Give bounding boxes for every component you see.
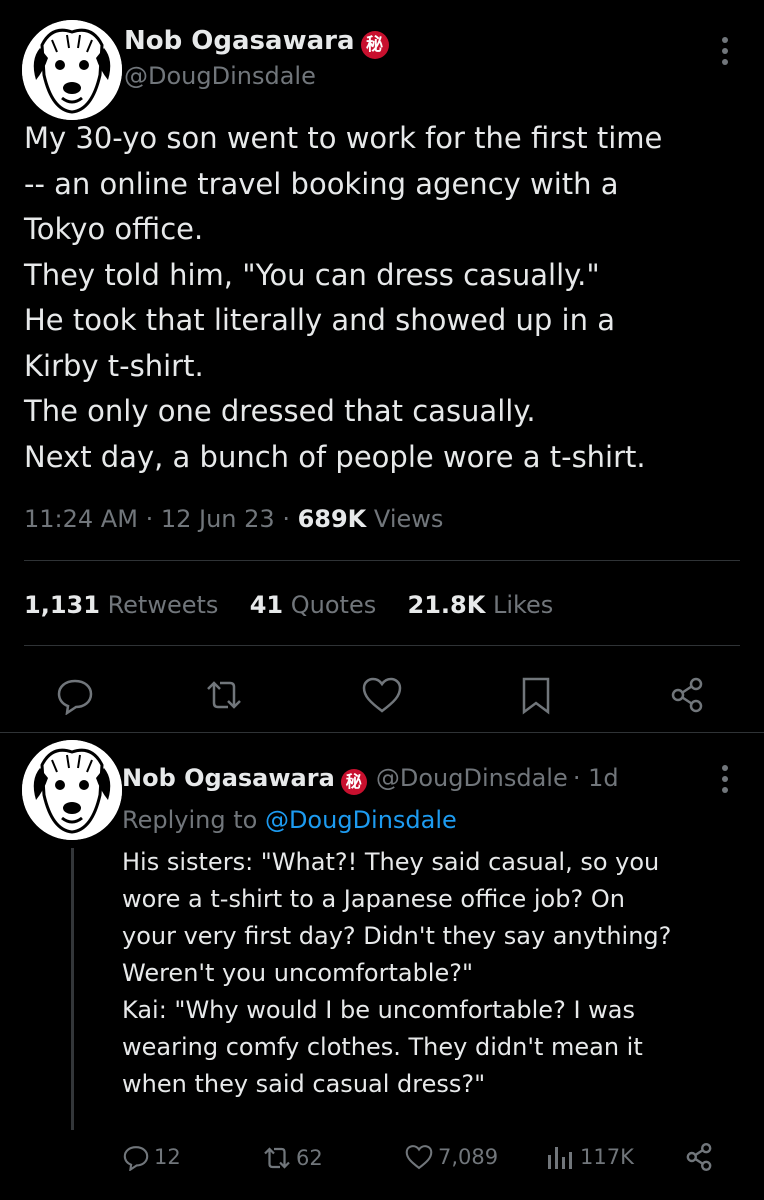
views-icon [548,1147,572,1169]
reply-more-options-icon[interactable] [715,764,735,794]
bookmark-button[interactable] [518,675,554,719]
reply-author-handle[interactable]: @DougDinsdale [376,764,568,792]
retweet-icon [264,1147,290,1169]
tweet-text: My 30-yo son went to work for the first … [24,121,663,474]
author-avatar[interactable] [22,20,122,120]
author-badge: 秘 [360,30,389,59]
likes-stat[interactable]: 21.8K Likes [408,591,554,619]
retweet-icon [207,681,241,709]
like-count: 7,089 [438,1145,499,1169]
reply-age[interactable]: · 1d [573,764,619,792]
reply-count: 12 [154,1145,181,1169]
reply-views-button[interactable]: 117K [546,1143,634,1171]
reply-share-button[interactable] [683,1141,715,1177]
dog-avatar-icon [22,740,122,840]
like-button[interactable] [360,675,404,719]
engagement-stats: 1,131 Retweets 41 Quotes 21.8K Likes [24,591,553,619]
replying-to-handle[interactable]: @DougDinsdale [265,806,457,834]
reply-header: Nob Ogasawara 秘 @DougDinsdale · 1d [122,764,619,795]
reply-author-name[interactable]: Nob Ogasawara [122,764,335,792]
retweet-button[interactable] [202,675,246,719]
reply-retweet-button[interactable]: 62 [260,1143,323,1173]
quotes-stat[interactable]: 41 Quotes [250,591,377,619]
share-button[interactable] [667,675,707,719]
thread-line [71,848,74,1130]
replying-to-label: Replying to [122,806,258,834]
bookmark-icon [522,677,550,715]
author-handle[interactable]: @DougDinsdale [124,62,316,90]
more-options-icon[interactable] [715,36,735,66]
share-icon [686,1143,712,1171]
retweets-stat[interactable]: 1,131 Retweets [24,591,218,619]
reply-author-avatar[interactable] [22,740,122,840]
share-icon [671,677,703,713]
replying-to: Replying to @DougDinsdale [122,806,457,834]
tweet-time[interactable]: 11:24 AM [24,505,138,533]
views-count: 689K [297,505,367,533]
like-icon [405,1145,433,1170]
divider [24,645,740,646]
author-header: Nob Ogasawara 秘 [124,26,389,59]
tweet-date[interactable]: 12 Jun 23 [161,505,275,533]
reply-text: His sisters: "What?! They said casual, s… [122,848,672,1098]
divider [0,732,764,733]
reply-like-button[interactable]: 7,089 [404,1143,498,1171]
views-label: Views [373,505,444,533]
tweet-meta: 11:24 AM · 12 Jun 23 · 689K Views [24,505,444,533]
reply-reply-button[interactable]: 12 [122,1143,181,1171]
retweet-count: 62 [296,1146,323,1170]
divider [24,560,740,561]
reply-button[interactable] [55,675,95,719]
author-name[interactable]: Nob Ogasawara [124,26,355,56]
dog-avatar-icon [22,20,122,120]
reply-icon [57,679,93,716]
like-icon [362,677,402,713]
reply-icon [123,1146,149,1171]
reply-author-badge: 秘 [340,768,367,795]
views-count: 117K [580,1145,634,1169]
